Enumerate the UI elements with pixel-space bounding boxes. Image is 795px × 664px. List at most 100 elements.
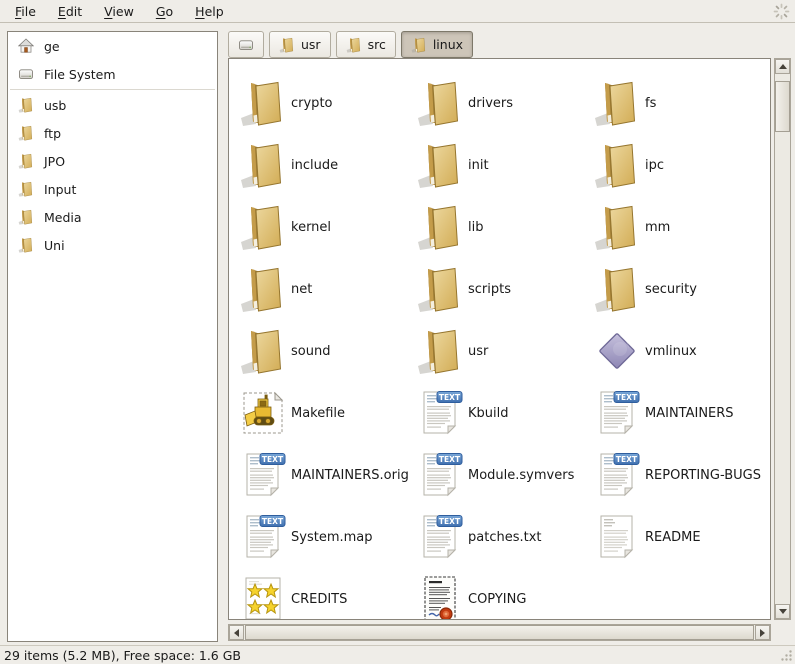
text-icon: TEXT	[239, 513, 287, 561]
file-item-label: sound	[291, 344, 330, 359]
file-item[interactable]: COPYING	[416, 575, 593, 620]
file-item[interactable]: kernel	[239, 203, 416, 251]
file-item[interactable]: sound	[239, 327, 416, 375]
menu-item[interactable]: File	[4, 0, 47, 22]
horizontal-scrollbar[interactable]	[228, 624, 771, 641]
path-button-label: src	[368, 37, 386, 52]
path-button-label: usr	[301, 37, 321, 52]
folder-icon	[416, 141, 464, 189]
path-bar: usr src linux	[228, 31, 473, 58]
file-item-label: ipc	[645, 158, 664, 173]
vmlinux-icon	[593, 327, 641, 375]
scroll-left-button[interactable]	[229, 625, 244, 640]
file-item[interactable]: TEXT patches.txt	[416, 513, 593, 561]
file-item[interactable]: TEXT Kbuild	[416, 389, 593, 437]
vertical-scrollbar[interactable]	[774, 58, 791, 620]
folder-icon	[416, 203, 464, 251]
file-manager-window: File Edit View Go Help	[0, 0, 795, 664]
folder-icon	[279, 37, 295, 53]
menubar: File Edit View Go Help	[0, 0, 795, 23]
file-item[interactable]: README	[593, 513, 770, 561]
file-item-label: init	[468, 158, 489, 173]
menu-item[interactable]: Edit	[47, 0, 93, 22]
file-item[interactable]: Makefile	[239, 389, 416, 437]
sidebar-bookmark-item[interactable]: usb	[8, 91, 217, 119]
file-item-label: COPYING	[468, 592, 526, 607]
file-item[interactable]: net	[239, 265, 416, 313]
menu-item[interactable]: View	[93, 0, 145, 22]
file-item[interactable]: TEXT REPORTING-BUGS	[593, 451, 770, 499]
file-item[interactable]: scripts	[416, 265, 593, 313]
scroll-down-button[interactable]	[775, 604, 790, 619]
status-bar: 29 items (5.2 MB), Free space: 1.6 GB	[0, 645, 795, 664]
folder-icon	[593, 79, 641, 127]
svg-text:TEXT: TEXT	[439, 455, 461, 464]
file-item[interactable]: init	[416, 141, 593, 189]
sidebar-item-label: Input	[44, 182, 76, 197]
path-button[interactable]: usr	[269, 31, 331, 58]
file-item[interactable]: TEXT System.map	[239, 513, 416, 561]
scroll-right-button[interactable]	[755, 625, 770, 640]
file-item-label: CREDITS	[291, 592, 347, 607]
folder-icon	[18, 97, 34, 113]
folder-icon	[239, 265, 287, 313]
folder-icon	[239, 203, 287, 251]
file-item-label: MAINTAINERS	[645, 406, 734, 421]
file-item[interactable]: crypto	[239, 79, 416, 127]
file-item[interactable]: include	[239, 141, 416, 189]
file-item[interactable]: vmlinux	[593, 327, 770, 375]
folder-icon	[416, 265, 464, 313]
menu-item-label: File	[15, 4, 36, 19]
text-icon: TEXT	[239, 451, 287, 499]
file-item-label: fs	[645, 96, 656, 111]
menu-item[interactable]: Help	[184, 0, 235, 22]
file-item[interactable]: lib	[416, 203, 593, 251]
home-icon	[18, 38, 34, 54]
file-item-label: REPORTING-BUGS	[645, 468, 761, 483]
file-item-label: lib	[468, 220, 483, 235]
folder-icon	[346, 37, 362, 53]
vertical-scrollbar-thumb[interactable]	[775, 81, 790, 132]
file-item[interactable]: ipc	[593, 141, 770, 189]
sidebar-item-label: Media	[44, 210, 82, 225]
places-sidebar: ge File System	[7, 31, 218, 642]
scroll-up-button[interactable]	[775, 59, 790, 74]
file-grid: crypto drivers fs	[239, 79, 770, 620]
file-item[interactable]: usr	[416, 327, 593, 375]
folder-icon	[593, 203, 641, 251]
path-button[interactable]	[228, 31, 264, 58]
path-button[interactable]: linux	[401, 31, 473, 58]
file-item[interactable]: CREDITS	[239, 575, 416, 620]
sidebar-place-item[interactable]: ge	[8, 32, 217, 60]
sidebar-item-label: ge	[44, 39, 60, 54]
horizontal-scrollbar-thumb[interactable]	[245, 625, 754, 640]
folder-icon	[18, 181, 34, 197]
menu-item[interactable]: Go	[145, 0, 184, 22]
sidebar-bookmark-item[interactable]: JPO	[8, 147, 217, 175]
file-item[interactable]: TEXT MAINTAINERS	[593, 389, 770, 437]
file-item[interactable]: TEXT Module.symvers	[416, 451, 593, 499]
sidebar-bookmark-item[interactable]: Media	[8, 203, 217, 231]
file-item[interactable]: TEXT MAINTAINERS.orig	[239, 451, 416, 499]
file-item[interactable]: fs	[593, 79, 770, 127]
file-icon-view: crypto drivers fs	[228, 58, 771, 620]
sidebar-bookmark-item[interactable]: Uni	[8, 231, 217, 259]
file-item-label: net	[291, 282, 312, 297]
resize-grip[interactable]	[779, 648, 793, 662]
sidebar-bookmark-item[interactable]: Input	[8, 175, 217, 203]
path-button[interactable]: src	[336, 31, 396, 58]
sidebar-place-item[interactable]: File System	[8, 60, 217, 88]
sidebar-bookmark-item[interactable]: ftp	[8, 119, 217, 147]
folder-icon	[18, 125, 34, 141]
menu-item-label: Go	[156, 4, 173, 19]
sidebar-separator	[10, 89, 215, 90]
file-item-label: Module.symvers	[468, 468, 574, 483]
svg-text:TEXT: TEXT	[439, 517, 461, 526]
file-item[interactable]: drivers	[416, 79, 593, 127]
sidebar-item-label: ftp	[44, 126, 61, 141]
folder-icon	[411, 37, 427, 53]
file-item[interactable]: mm	[593, 203, 770, 251]
copying-icon	[416, 575, 464, 620]
text-icon: TEXT	[416, 513, 464, 561]
file-item[interactable]: security	[593, 265, 770, 313]
